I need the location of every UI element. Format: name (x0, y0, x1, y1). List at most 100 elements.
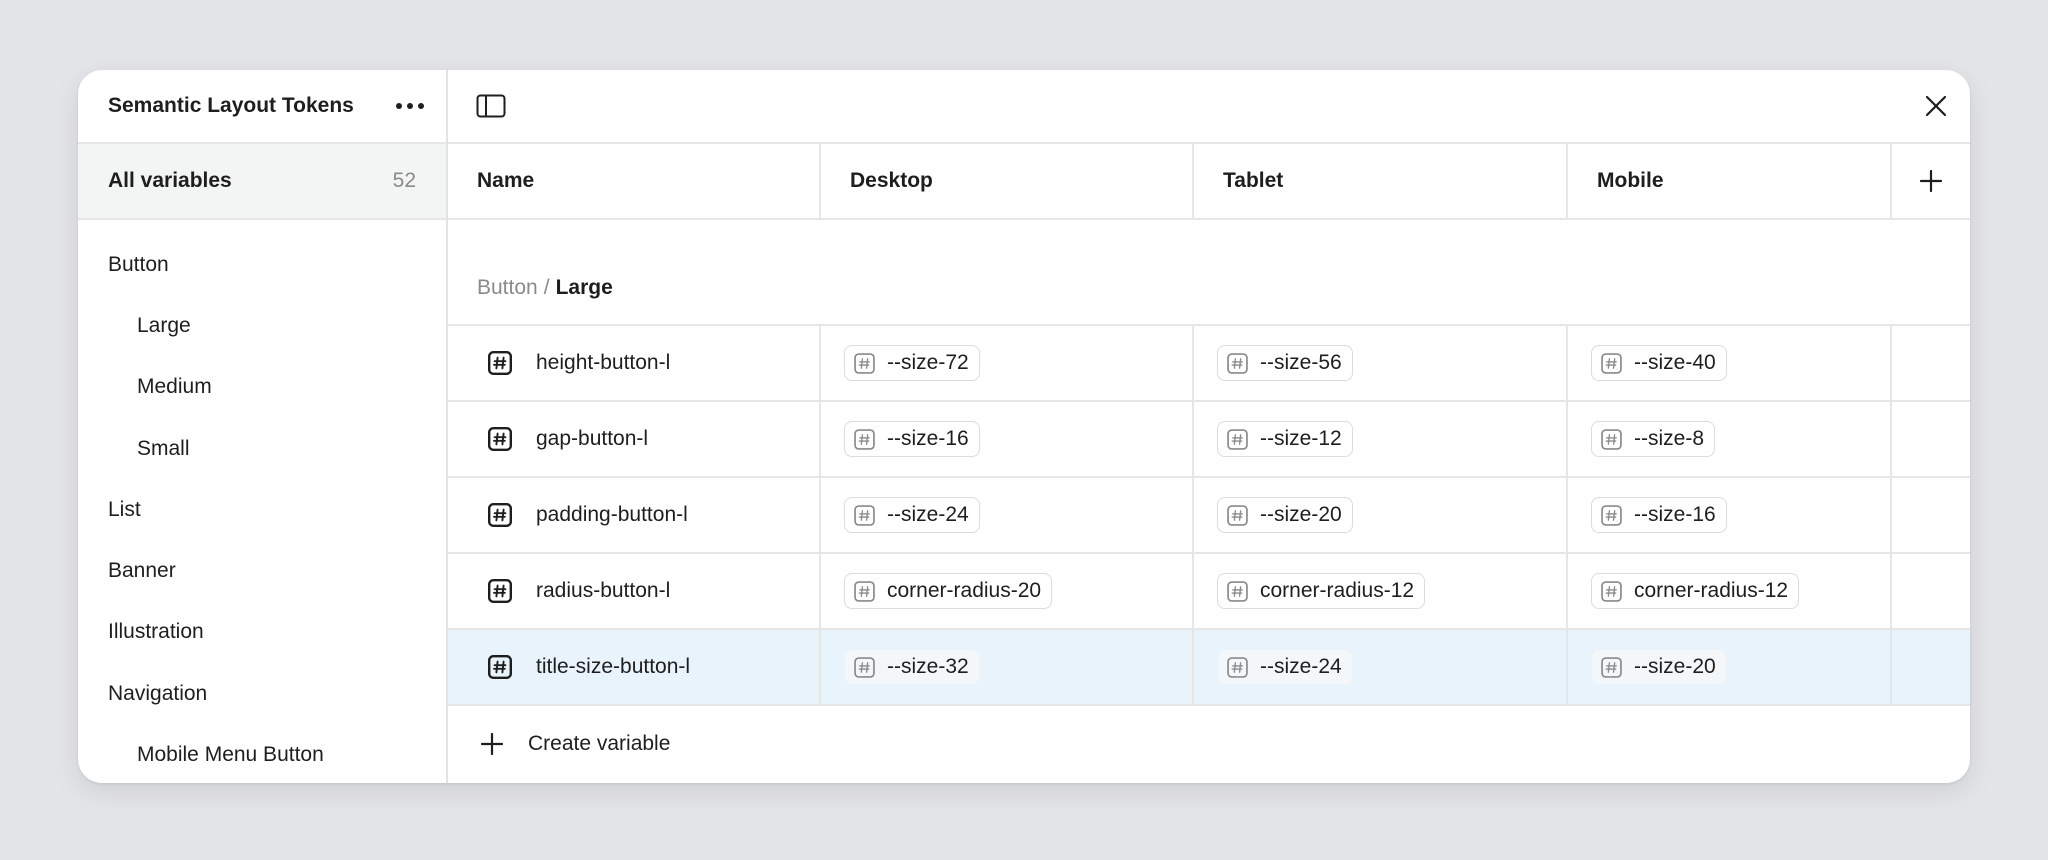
sidebar-toggle-icon[interactable] (476, 94, 506, 118)
group-parent: Button (477, 276, 538, 299)
table-row[interactable]: padding-button-l --size-24 --size-20 --size… (448, 478, 1970, 554)
alias-value: corner-radius-12 (1634, 579, 1789, 602)
alias-chip[interactable]: --size-72 (844, 345, 980, 381)
alias-chip[interactable]: --size-20 (1591, 649, 1727, 685)
variables-table-panel: Name Desktop Tablet Mobile Button / Larg… (448, 70, 1970, 783)
alias-chip[interactable]: --size-56 (1217, 345, 1353, 381)
column-header-name[interactable]: Name (448, 144, 821, 218)
table-body: height-button-l --size-72 --size-56 --size-… (448, 326, 1970, 706)
empty-cell (1892, 478, 1970, 552)
alias-value: corner-radius-20 (887, 579, 1042, 602)
empty-cell (1892, 402, 1970, 476)
more-dot (396, 103, 402, 109)
number-hash-icon (854, 504, 875, 526)
group-label: Large (137, 313, 191, 337)
variable-name: title-size-button-l (536, 655, 691, 678)
add-mode-button[interactable] (1892, 144, 1970, 218)
all-variables-count: 52 (392, 169, 416, 192)
value-cell-mobile: --size-20 (1568, 630, 1892, 704)
sidebar-item-all-variables[interactable]: All variables 52 (78, 144, 446, 220)
sidebar-header: Semantic Layout Tokens (78, 70, 446, 144)
value-cell-tablet: --size-20 (1194, 478, 1568, 552)
value-cell-mobile: --size-16 (1568, 478, 1892, 552)
variable-name: gap-button-l (536, 427, 649, 450)
alias-chip[interactable]: --size-24 (844, 497, 980, 533)
group-list: Button Large Medium Small List Banner Il… (78, 220, 446, 783)
variable-name-cell[interactable]: radius-button-l (448, 554, 821, 628)
group-label: Mobile Menu Button (137, 743, 324, 767)
alias-chip[interactable]: --size-8 (1591, 421, 1716, 457)
number-hash-icon (1601, 428, 1622, 450)
number-hash-icon (488, 503, 512, 527)
group-label: Medium (137, 375, 212, 399)
variables-window: Semantic Layout Tokens All variables 52 … (78, 70, 1970, 783)
table-row[interactable]: title-size-button-l --size-32 --size-24 --s… (448, 630, 1970, 706)
alias-value: --size-32 (887, 655, 969, 678)
number-hash-icon (488, 427, 512, 451)
column-header-desktop[interactable]: Desktop (821, 144, 1194, 218)
sidebar-item-mobile-menu-button[interactable]: Mobile Menu Button (78, 724, 446, 783)
number-hash-icon (1227, 580, 1248, 602)
sidebar-item-small[interactable]: Small (78, 418, 446, 479)
group-label: Banner (108, 559, 176, 583)
alias-value: --size-40 (1634, 351, 1716, 374)
number-hash-icon (854, 352, 875, 374)
value-cell-tablet: --size-24 (1194, 630, 1568, 704)
table-row[interactable]: radius-button-l corner-radius-20 corner-ra… (448, 554, 1970, 630)
more-options-icon[interactable] (388, 88, 432, 124)
value-cell-desktop: --size-32 (821, 630, 1194, 704)
table-row[interactable]: height-button-l --size-72 --size-56 --size-… (448, 326, 1970, 402)
value-cell-tablet: corner-radius-12 (1194, 554, 1568, 628)
alias-chip[interactable]: --size-40 (1591, 345, 1727, 381)
close-icon[interactable] (1924, 94, 1948, 118)
column-header-tablet[interactable]: Tablet (1194, 144, 1568, 218)
sidebar-item-list[interactable]: List (78, 479, 446, 540)
alias-chip[interactable]: --size-24 (1217, 649, 1353, 685)
alias-chip[interactable]: --size-16 (844, 421, 980, 457)
sidebar-item-illustration[interactable]: Illustration (78, 602, 446, 663)
plus-icon (1919, 169, 1943, 193)
value-cell-mobile: --size-40 (1568, 326, 1892, 400)
sidebar-item-medium[interactable]: Medium (78, 357, 446, 418)
variable-name-cell[interactable]: padding-button-l (448, 478, 821, 552)
sidebar-item-banner[interactable]: Banner (78, 540, 446, 601)
alias-chip[interactable]: --size-20 (1217, 497, 1353, 533)
alias-value: --size-16 (887, 427, 969, 450)
alias-chip[interactable]: --size-32 (844, 649, 980, 685)
group-label: Button (108, 252, 169, 276)
variable-name-cell[interactable]: height-button-l (448, 326, 821, 400)
alias-value: --size-16 (1634, 503, 1716, 526)
alias-chip[interactable]: --size-16 (1591, 497, 1727, 533)
alias-chip[interactable]: corner-radius-12 (1591, 573, 1800, 609)
number-hash-icon (1227, 656, 1248, 678)
empty-cell (1892, 326, 1970, 400)
table-row[interactable]: gap-button-l --size-16 --size-12 --size-8 (448, 402, 1970, 478)
value-cell-tablet: --size-12 (1194, 402, 1568, 476)
value-cell-desktop: corner-radius-20 (821, 554, 1194, 628)
value-cell-tablet: --size-56 (1194, 326, 1568, 400)
alias-chip[interactable]: corner-radius-12 (1217, 573, 1426, 609)
value-cell-desktop: --size-72 (821, 326, 1194, 400)
group-heading: Button / Large (448, 220, 1970, 326)
variable-name: padding-button-l (536, 503, 688, 526)
variable-name: height-button-l (536, 351, 671, 374)
number-hash-icon (1227, 428, 1248, 450)
group-label: Illustration (108, 620, 204, 644)
alias-chip[interactable]: corner-radius-20 (844, 573, 1053, 609)
number-hash-icon (488, 579, 512, 603)
sidebar-item-navigation[interactable]: Navigation (78, 663, 446, 724)
alias-value: corner-radius-12 (1260, 579, 1415, 602)
variable-name-cell[interactable]: title-size-button-l (448, 630, 821, 704)
value-cell-mobile: corner-radius-12 (1568, 554, 1892, 628)
all-variables-label: All variables (108, 169, 232, 192)
variable-name-cell[interactable]: gap-button-l (448, 402, 821, 476)
alias-value: --size-20 (1634, 655, 1716, 678)
number-hash-icon (854, 580, 875, 602)
sidebar-item-large[interactable]: Large (78, 295, 446, 356)
alias-chip[interactable]: --size-12 (1217, 421, 1353, 457)
sidebar-item-button[interactable]: Button (78, 234, 446, 295)
number-hash-icon (1601, 656, 1622, 678)
column-header-mobile[interactable]: Mobile (1568, 144, 1892, 218)
create-variable-button[interactable]: Create variable (448, 706, 1970, 782)
number-hash-icon (1227, 352, 1248, 374)
